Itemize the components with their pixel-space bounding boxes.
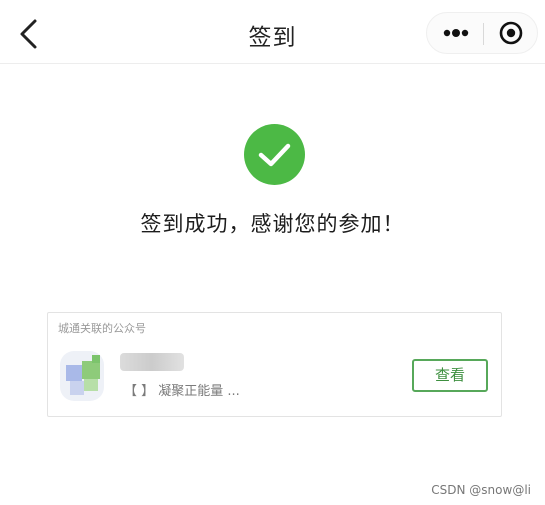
account-name-redacted [120, 353, 184, 371]
capsule-divider [483, 23, 484, 45]
success-message: 签到成功，感谢您的参加！ [140, 212, 405, 236]
more-dots-icon [443, 29, 469, 37]
check-circle-icon [244, 124, 305, 185]
more-button[interactable] [435, 17, 479, 49]
account-avatar [56, 347, 110, 405]
watermark: CSDN @snow@li [431, 483, 531, 497]
account-description-text: 【 】 凝聚正能量 ... [124, 384, 240, 399]
card-title-text: 城通关联的公众号 [58, 322, 146, 335]
linked-account-card: 城通关联的公众号 【 】 凝聚正能量 ... 查看 [47, 312, 502, 417]
nav-bar: 签到 [0, 0, 545, 64]
target-close-icon [499, 21, 523, 45]
success-badge [244, 124, 305, 185]
close-mini-program-button[interactable] [491, 17, 531, 49]
mini-program-capsule [426, 12, 538, 54]
avatar-image [60, 351, 104, 401]
account-description: 【 】 凝聚正能量 ... [124, 380, 404, 400]
card-title: 城通关联的公众号 [58, 320, 146, 336]
view-button[interactable]: 查看 [412, 359, 488, 392]
